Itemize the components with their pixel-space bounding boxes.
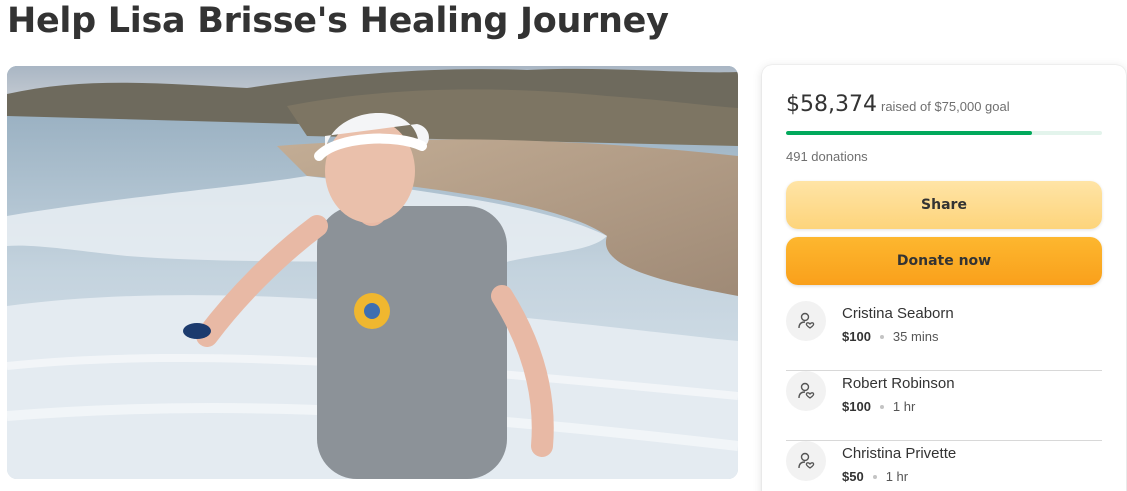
donor-item: Robert Robinson $100 1 hr (786, 371, 1102, 441)
raised-amount: $58,374 (786, 92, 877, 117)
donor-meta: $50 1 hr (842, 469, 908, 484)
donor-name: Cristina Seaborn (842, 305, 954, 322)
hero-photo-illustration (7, 66, 738, 479)
separator-dot (879, 404, 884, 409)
donor-meta: $100 1 hr (842, 399, 915, 414)
separator-dot (872, 474, 877, 479)
donor-heart-icon (786, 441, 826, 481)
donor-time: 1 hr (885, 469, 909, 484)
donor-meta: $100 35 mins (842, 329, 938, 344)
donor-amount: $50 (842, 469, 864, 484)
amount-raised: $58,374 raised of $75,000 goal (786, 92, 1010, 117)
goal-text: raised of $75,000 goal (880, 99, 1010, 114)
donation-count: 491 donations (786, 149, 868, 164)
page-title: Help Lisa Brisse's Healing Journey (7, 1, 669, 41)
progress-bar (786, 131, 1102, 135)
donor-amount: $100 (842, 399, 871, 414)
donate-now-button[interactable]: Donate now (786, 237, 1102, 285)
donor-amount: $100 (842, 329, 871, 344)
donor-time: 35 mins (892, 329, 939, 344)
donor-heart-icon (786, 371, 826, 411)
donor-time: 1 hr (892, 399, 916, 414)
hero-photo[interactable] (7, 66, 738, 479)
donor-name: Robert Robinson (842, 375, 955, 392)
donor-item: Christina Privette $50 1 hr (786, 441, 1102, 491)
donor-item: Cristina Seaborn $100 35 mins (786, 301, 1102, 371)
progress-fill (786, 131, 1032, 135)
donor-heart-icon (786, 301, 826, 341)
donation-card: $58,374 raised of $75,000 goal 491 donati… (762, 65, 1126, 491)
donor-name: Christina Privette (842, 445, 957, 462)
share-button[interactable]: Share (786, 181, 1102, 229)
separator-dot (879, 334, 884, 339)
